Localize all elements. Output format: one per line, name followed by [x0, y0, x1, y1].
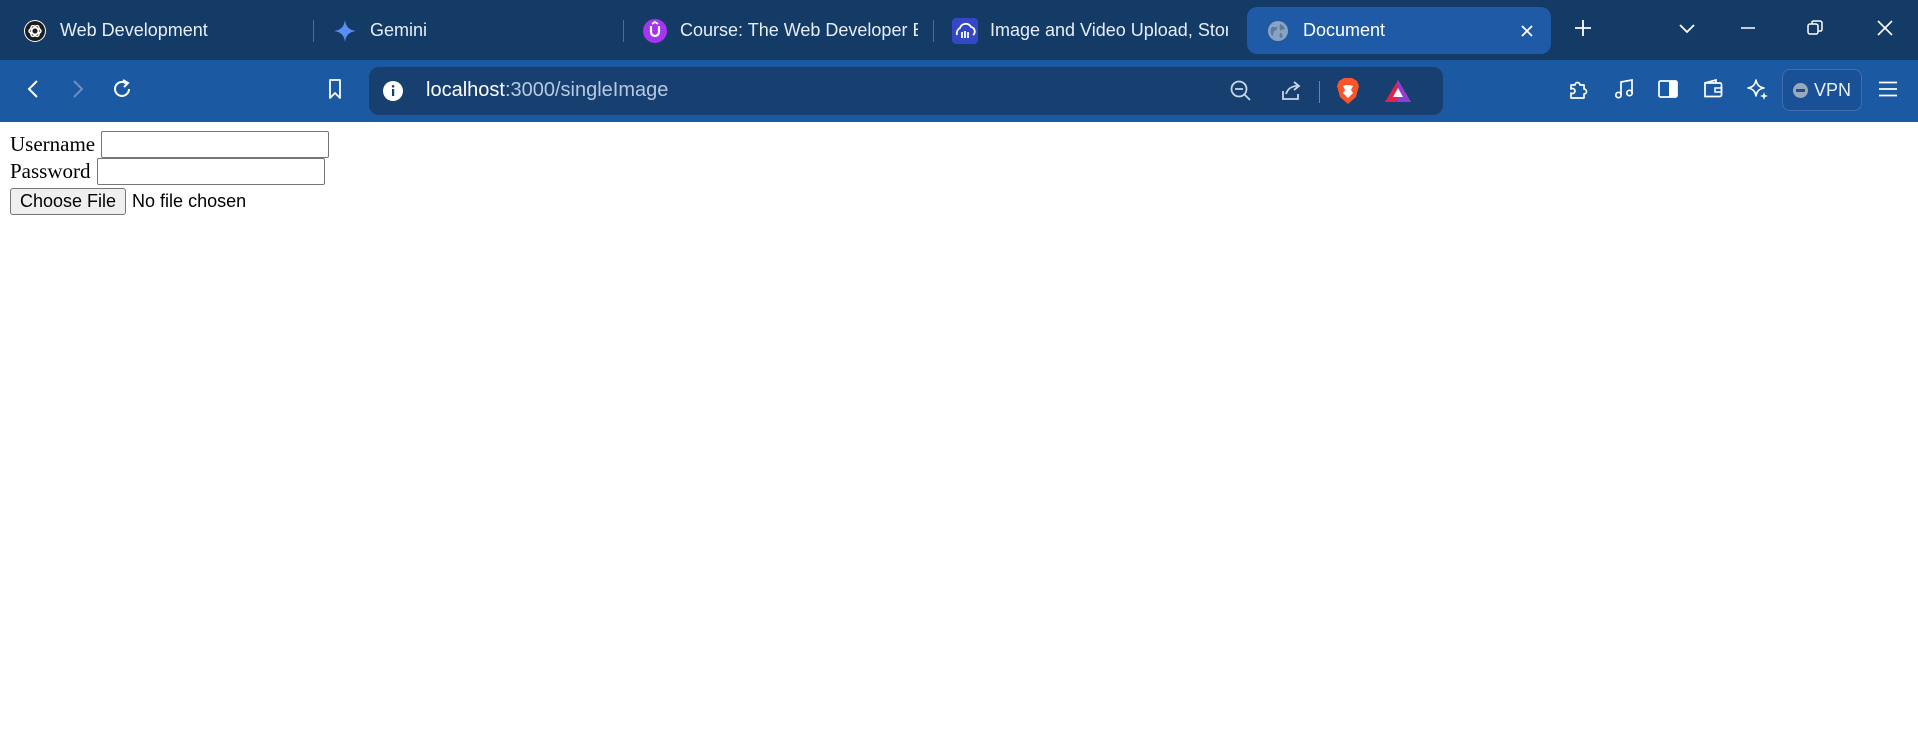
username-row: Username [10, 131, 330, 158]
url-host: localhost [426, 79, 505, 101]
back-button[interactable] [14, 71, 54, 111]
tab-title: Course: The Web Developer B [680, 20, 918, 40]
tab-title: Web Development [60, 20, 208, 40]
restore-button[interactable] [1797, 12, 1833, 48]
forward-button[interactable] [57, 71, 97, 111]
tab-document[interactable]: Document [1247, 7, 1551, 54]
tab-title: Gemini [370, 20, 428, 40]
password-row: Password [10, 158, 325, 185]
tab-separator [623, 20, 624, 42]
cloudinary-icon [952, 17, 978, 44]
main-menu-button[interactable] [1868, 71, 1908, 111]
file-status-text: No file chosen [132, 191, 247, 211]
address-bar[interactable]: localhost:3000/singleImage [369, 67, 1443, 115]
globe-icon [1265, 18, 1291, 44]
puzzle-icon [1567, 77, 1591, 106]
chevron-down-icon [1677, 18, 1697, 43]
choose-file-button[interactable]: Choose File [10, 188, 127, 215]
close-tab-icon[interactable] [1517, 21, 1537, 41]
tab-web-development[interactable]: Web Development [22, 7, 302, 54]
leo-ai-sparkle-icon [1745, 77, 1769, 106]
bookmark-icon [324, 78, 346, 105]
file-upload-row: Choose File No file chosen [10, 188, 246, 215]
vpn-status-icon [1792, 82, 1808, 98]
brave-rewards-icon[interactable] [1384, 77, 1412, 105]
chatgpt-icon [22, 18, 48, 44]
zoom-out-icon[interactable] [1227, 77, 1255, 105]
music-note-icon [1612, 77, 1636, 106]
minimize-icon [1738, 18, 1758, 43]
username-input[interactable] [101, 131, 330, 158]
close-window-button[interactable] [1867, 12, 1903, 48]
tab-title: Document [1303, 20, 1386, 40]
new-tab-button[interactable] [1565, 12, 1601, 48]
tab-gemini[interactable]: Gemini [332, 7, 612, 54]
tab-udemy-course[interactable]: Course: The Web Developer B [642, 7, 918, 54]
leo-ai-button[interactable] [1737, 71, 1777, 111]
tab-title: Image and Video Upload, Stor [990, 20, 1228, 40]
sidebar-button[interactable] [1648, 71, 1688, 111]
media-controls-button[interactable] [1604, 71, 1644, 111]
password-input[interactable] [96, 158, 325, 185]
vpn-button[interactable]: VPN [1782, 69, 1862, 111]
username-label: Username [10, 132, 96, 156]
close-icon [1875, 18, 1895, 43]
vpn-label: VPN [1813, 79, 1851, 100]
brave-shields-icon[interactable] [1334, 77, 1362, 105]
udemy-icon [642, 18, 668, 44]
wallet-button[interactable] [1693, 71, 1733, 111]
restore-icon [1805, 18, 1825, 43]
arrow-forward-icon [66, 78, 88, 105]
browser-toolbar: localhost:3000/singleImage VPN [0, 60, 1918, 122]
minimize-button[interactable] [1730, 12, 1766, 48]
extensions-button[interactable] [1559, 71, 1599, 111]
tab-strip: Web Development Gemini Course: The Web D… [0, 0, 1918, 60]
tab-cloudinary[interactable]: Image and Video Upload, Stor [952, 7, 1228, 54]
omnibox-divider [1319, 81, 1320, 103]
page-content: Username Password Choose File No file ch… [0, 122, 1918, 745]
tab-search-button[interactable] [1669, 12, 1705, 48]
password-label: Password [10, 159, 91, 183]
plus-icon [1573, 18, 1593, 43]
tab-separator [933, 20, 934, 42]
sidebar-icon [1656, 77, 1680, 106]
share-icon[interactable] [1277, 77, 1305, 105]
site-info-icon[interactable] [381, 79, 405, 103]
reload-button[interactable] [102, 71, 142, 111]
hamburger-menu-icon [1876, 77, 1900, 106]
bookmark-button[interactable] [315, 71, 355, 111]
url-text[interactable]: localhost:3000/singleImage [426, 79, 668, 102]
url-path: :3000/singleImage [504, 79, 669, 101]
gemini-sparkle-icon [332, 18, 358, 44]
arrow-back-icon [23, 78, 45, 105]
reload-icon [110, 77, 134, 106]
tab-separator [313, 20, 314, 42]
wallet-icon [1701, 77, 1725, 106]
